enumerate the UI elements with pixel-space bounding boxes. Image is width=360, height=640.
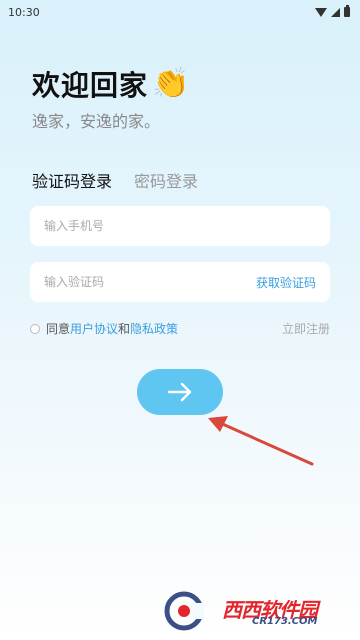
privacy-policy-link[interactable]: 隐私政策 — [130, 320, 178, 337]
agree-checkbox[interactable] — [30, 323, 40, 334]
signal-icon — [331, 7, 340, 17]
wifi-icon — [315, 7, 327, 17]
phone-field — [30, 206, 330, 246]
get-code-button[interactable]: 获取验证码 — [256, 274, 316, 291]
tab-password-login[interactable]: 密码登录 — [134, 168, 198, 192]
page-title: 欢迎回家 — [32, 69, 149, 102]
arrow-right-icon — [167, 382, 192, 402]
code-field: 获取验证码 — [30, 262, 330, 302]
battery-icon — [344, 5, 350, 17]
register-link[interactable]: 立即注册 — [282, 320, 330, 337]
login-tabs: 验证码登录 密码登录 — [32, 168, 198, 192]
clapping-hands-icon: 👏 — [152, 66, 190, 101]
status-icons — [315, 5, 350, 17]
title-row: 欢迎回家 👏 — [32, 64, 189, 104]
user-agreement-link[interactable]: 用户协议 — [70, 320, 118, 337]
agree-and: 和 — [118, 322, 131, 336]
status-bar: 10:30 — [0, 0, 360, 24]
tab-code-login[interactable]: 验证码登录 — [32, 168, 112, 192]
watermark: 西西软件园 CR173.COM — [164, 590, 350, 632]
watermark-logo-icon — [164, 591, 204, 631]
submit-button[interactable] — [137, 369, 223, 415]
page-subtitle: 逸家，安逸的家。 — [32, 112, 161, 131]
status-time: 10:30 — [8, 5, 40, 19]
code-input[interactable] — [44, 275, 256, 289]
watermark-url: CR173.COM — [252, 616, 318, 627]
agree-prefix: 同意 — [46, 322, 71, 336]
agreement-row: 同意 用户协议 和 隐私政策 立即注册 — [30, 320, 330, 337]
phone-input[interactable] — [44, 219, 316, 233]
